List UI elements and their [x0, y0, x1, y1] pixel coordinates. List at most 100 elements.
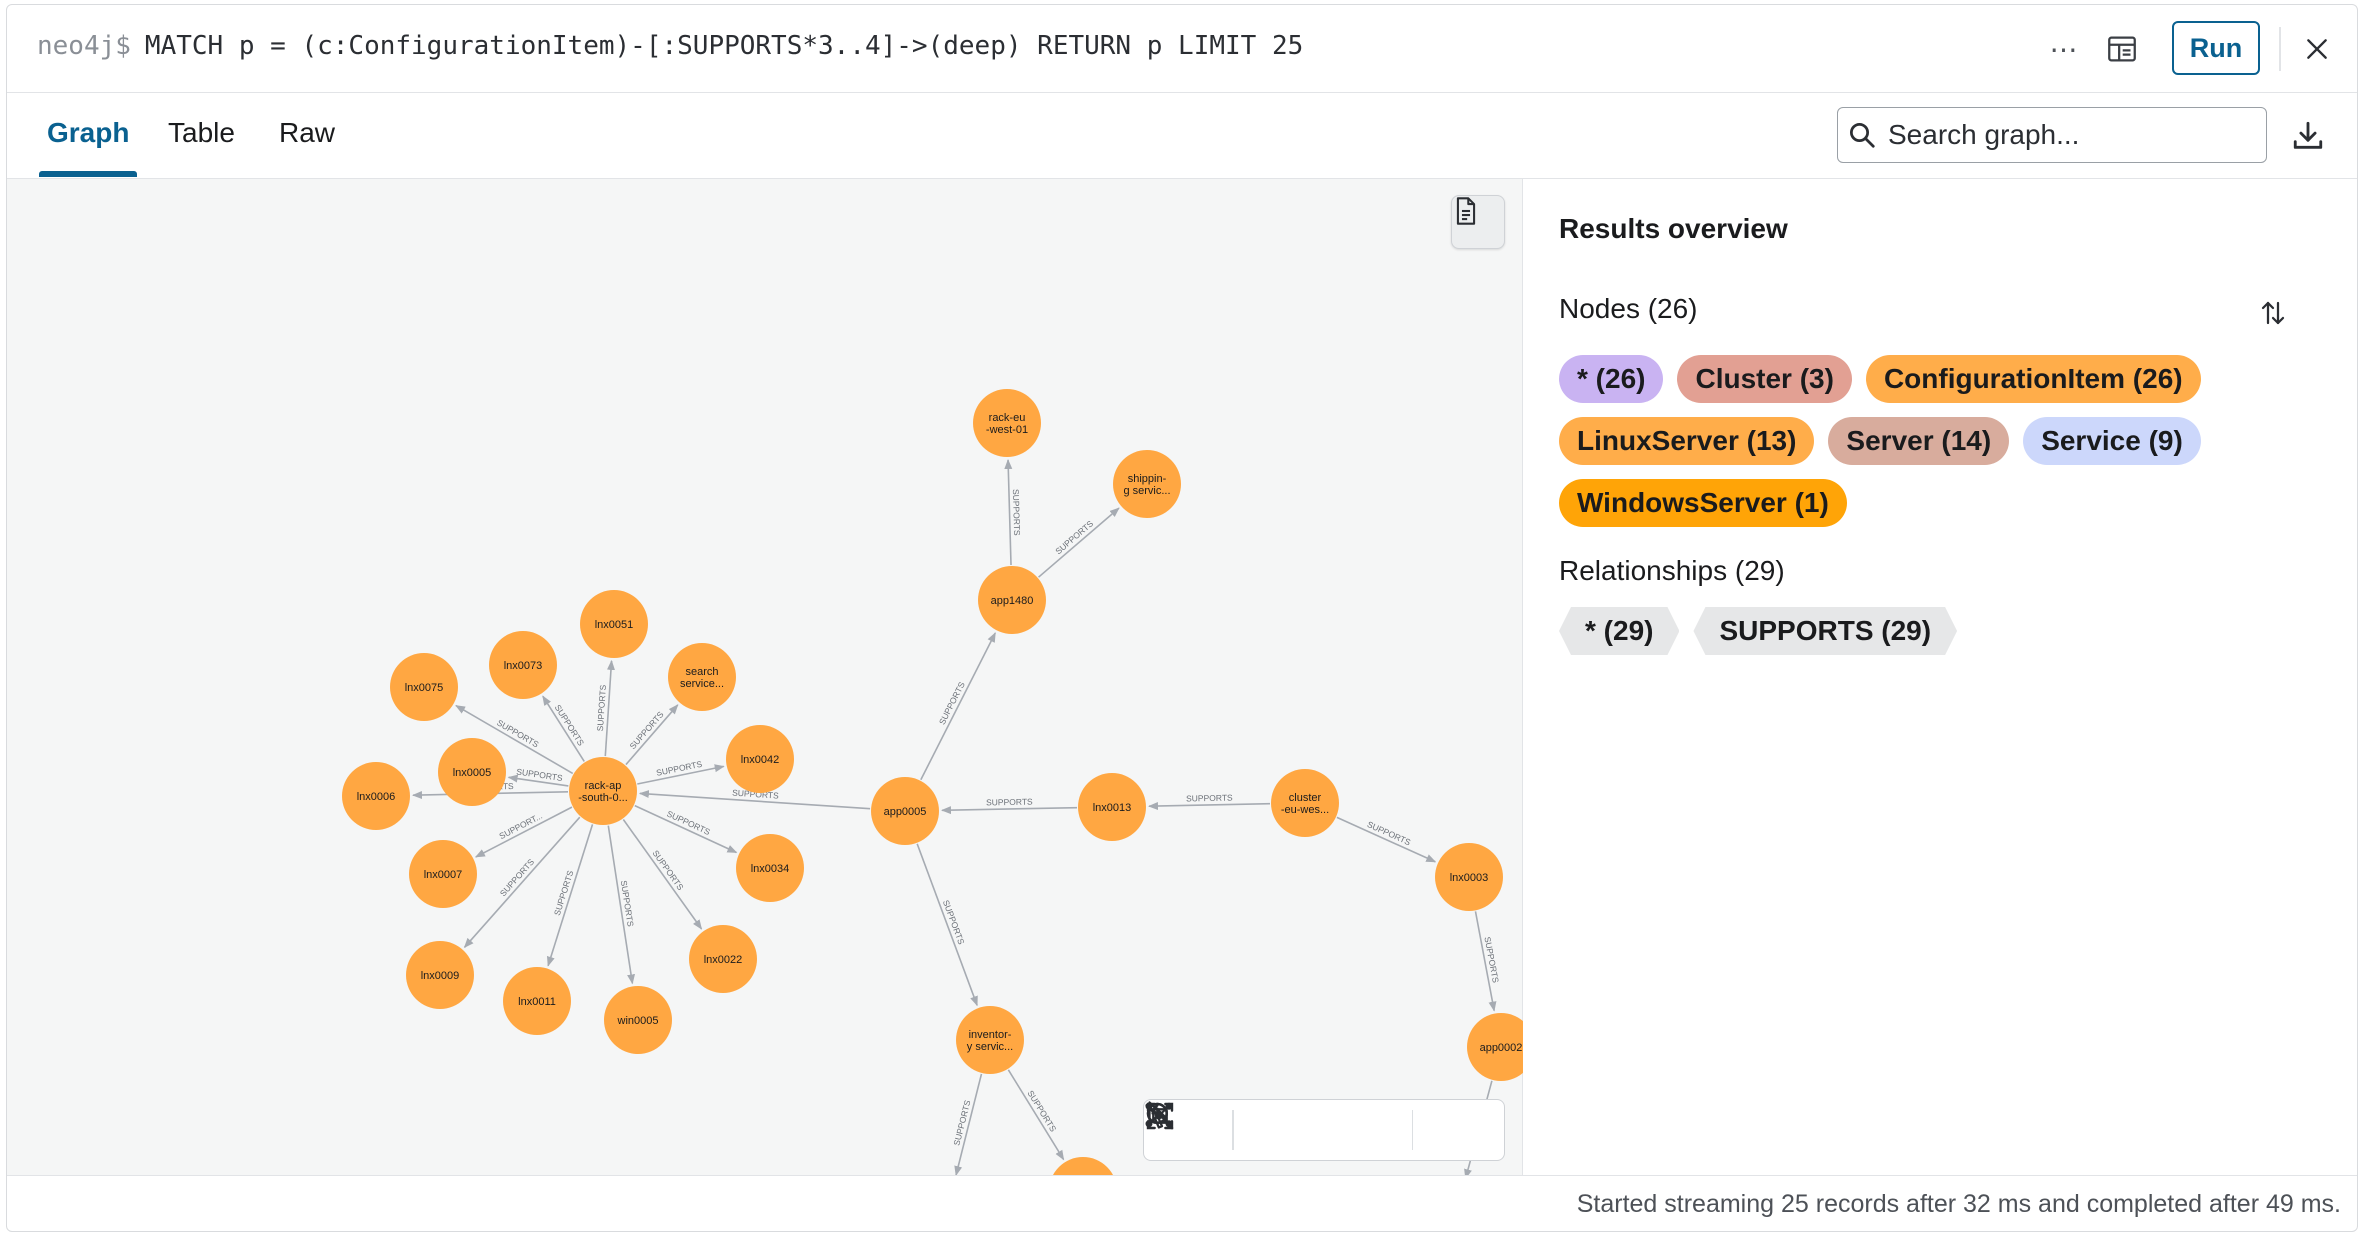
graph-node[interactable]: lnx0022: [689, 925, 757, 993]
relationship-label: SUPPORTS: [1053, 518, 1095, 556]
graph-node[interactable]: cluster-eu-wes...: [1271, 769, 1339, 837]
node-label-chip[interactable]: * (26): [1559, 355, 1664, 403]
graph-node[interactable]: inventor-y servic...: [956, 1006, 1024, 1074]
graph-node[interactable]: app2187: [1049, 1157, 1117, 1175]
node-caption: lnx0075: [405, 682, 444, 694]
relationship-edge[interactable]: [1004, 458, 1013, 566]
node-caption: lnx0013: [1093, 802, 1132, 814]
node-label-chip[interactable]: ConfigurationItem (26): [1865, 355, 2201, 403]
relationship-edge[interactable]: [474, 806, 573, 858]
graph-search[interactable]: [1837, 107, 2267, 163]
download-icon: [2293, 121, 2323, 149]
edges-layer: SUPPORTS SUPPORTS SUPPORTS SUPPORTS SUPPORTS…: [411, 458, 1501, 1175]
node-caption: app1480: [991, 595, 1034, 607]
node-caption: lnx0051: [595, 619, 634, 631]
relationship-edge[interactable]: [1007, 1069, 1065, 1161]
graph-node[interactable]: lnx0034: [736, 834, 804, 902]
node-label-chip[interactable]: WindowsServer (1): [1559, 479, 1847, 527]
layout-toggle-button[interactable]: [2097, 27, 2147, 71]
document-icon: [1456, 197, 1476, 225]
relationship-label: SUPPORTS: [1025, 1089, 1058, 1134]
relationship-edge[interactable]: [634, 804, 738, 854]
relationship-edge[interactable]: [625, 704, 679, 766]
zoom-in-button[interactable]: [1146, 1100, 1294, 1160]
node-caption: lnx0009: [421, 970, 460, 982]
legend-toggle-button[interactable]: [1451, 195, 1505, 249]
run-button[interactable]: Run: [2172, 21, 2260, 75]
more-options-button[interactable]: ⋯: [2039, 27, 2089, 71]
active-tab-indicator: [39, 171, 137, 177]
graph-visualization[interactable]: SUPPORTS SUPPORTS SUPPORTS SUPPORTS SUPPORTS…: [7, 179, 1523, 1175]
node-caption: lnx0005: [453, 767, 492, 779]
nodes-heading: Nodes (26): [1559, 293, 1698, 324]
download-button[interactable]: [2283, 111, 2333, 161]
results-overview-panel: Results overview Nodes (26) * (26) Cluste…: [1523, 179, 2357, 1175]
graph-node[interactable]: lnx0051: [580, 590, 648, 658]
fit-to-screen-button[interactable]: [1146, 1100, 1412, 1160]
relationship-label: SUPPORTS: [495, 717, 541, 749]
relationship-label: SUPPORTS: [986, 797, 1033, 808]
relationship-edge[interactable]: [622, 819, 703, 930]
node-caption: app0005: [884, 806, 927, 818]
graph-node[interactable]: searchservice...: [668, 643, 736, 711]
layout-mode-button[interactable]: [1145, 1100, 1503, 1160]
graph-node[interactable]: lnx0003: [1435, 843, 1503, 911]
query-result-frame: neo4j$ MATCH p = (c:ConfigurationItem)-[:…: [6, 4, 2358, 1232]
graph-node[interactable]: lnx0011: [503, 967, 571, 1035]
graph-node[interactable]: lnx0073: [489, 631, 557, 699]
relationship-type-chip[interactable]: SUPPORTS (29): [1693, 607, 1957, 655]
graph-node[interactable]: app0002: [1467, 1013, 1523, 1081]
close-button[interactable]: [2292, 27, 2342, 71]
node-caption: y servic...: [967, 1041, 1013, 1053]
search-icon: [1838, 120, 1886, 150]
relationship-edge[interactable]: [920, 632, 996, 781]
relationship-label: SUPPORTS: [552, 869, 576, 917]
relationship-edge[interactable]: [940, 806, 1078, 815]
graph-node[interactable]: app1480: [978, 566, 1046, 634]
node-caption: lnx0006: [357, 791, 396, 803]
query-editor[interactable]: neo4j$ MATCH p = (c:ConfigurationItem)-[:…: [37, 31, 1303, 61]
graph-node[interactable]: lnx0009: [406, 941, 474, 1009]
node-caption: lnx0034: [751, 863, 790, 875]
relationship-edge[interactable]: [916, 843, 978, 1007]
query-text[interactable]: MATCH p = (c:ConfigurationItem)-[:SUPPOR…: [145, 31, 1303, 61]
node-caption: -west-01: [986, 424, 1028, 436]
node-label-chip[interactable]: LinuxServer (13): [1559, 417, 1815, 465]
relationship-type-chip[interactable]: * (29): [1559, 607, 1679, 655]
tab-raw[interactable]: Raw: [279, 117, 335, 149]
tab-graph[interactable]: Graph: [47, 117, 129, 149]
node-label-chip[interactable]: Cluster (3): [1677, 355, 1852, 403]
view-tabs-row: Graph Table Raw: [7, 93, 2357, 179]
graph-node[interactable]: lnx0013: [1078, 773, 1146, 841]
relationship-edge[interactable]: [1336, 816, 1437, 863]
graph-node[interactable]: lnx0005: [438, 738, 506, 806]
graph-node[interactable]: win0005: [604, 986, 672, 1054]
node-label-chip[interactable]: Server (14): [1828, 417, 2010, 465]
node-circle[interactable]: [1049, 1157, 1117, 1175]
close-icon: [2307, 39, 2327, 59]
search-input[interactable]: [1886, 118, 2250, 152]
relationship-edge[interactable]: [1147, 802, 1271, 811]
node-caption: lnx0003: [1450, 872, 1489, 884]
graph-node[interactable]: rack-eu-west-01: [973, 389, 1041, 457]
sort-button[interactable]: [2251, 291, 2295, 335]
zoom-out-button[interactable]: [1146, 1100, 1352, 1160]
relationship-label: SUPPORTS: [1186, 792, 1233, 803]
graph-node[interactable]: lnx0006: [342, 762, 410, 830]
graph-node[interactable]: lnx0042: [726, 725, 794, 793]
graph-node[interactable]: rack-ap-south-0...: [569, 757, 637, 825]
relationship-label: SUPPORTS: [1011, 489, 1022, 536]
toolbar-divider: [2279, 27, 2281, 71]
layout-icon: [2108, 36, 2136, 62]
query-prompt: neo4j$: [37, 31, 131, 61]
graph-node[interactable]: lnx0075: [390, 653, 458, 721]
graph-node[interactable]: app0005: [871, 777, 939, 845]
node-caption: service...: [680, 678, 724, 690]
graph-node[interactable]: lnx0007: [409, 840, 477, 908]
node-caption: search: [685, 666, 718, 678]
graph-node[interactable]: shippin-g servic...: [1113, 450, 1181, 518]
tab-table[interactable]: Table: [168, 117, 235, 149]
node-label-chip[interactable]: Service (9): [2023, 417, 2201, 465]
relationship-edge[interactable]: [1038, 507, 1120, 578]
graph-canvas[interactable]: SUPPORTS SUPPORTS SUPPORTS SUPPORTS SUPPORTS…: [7, 179, 1523, 1175]
